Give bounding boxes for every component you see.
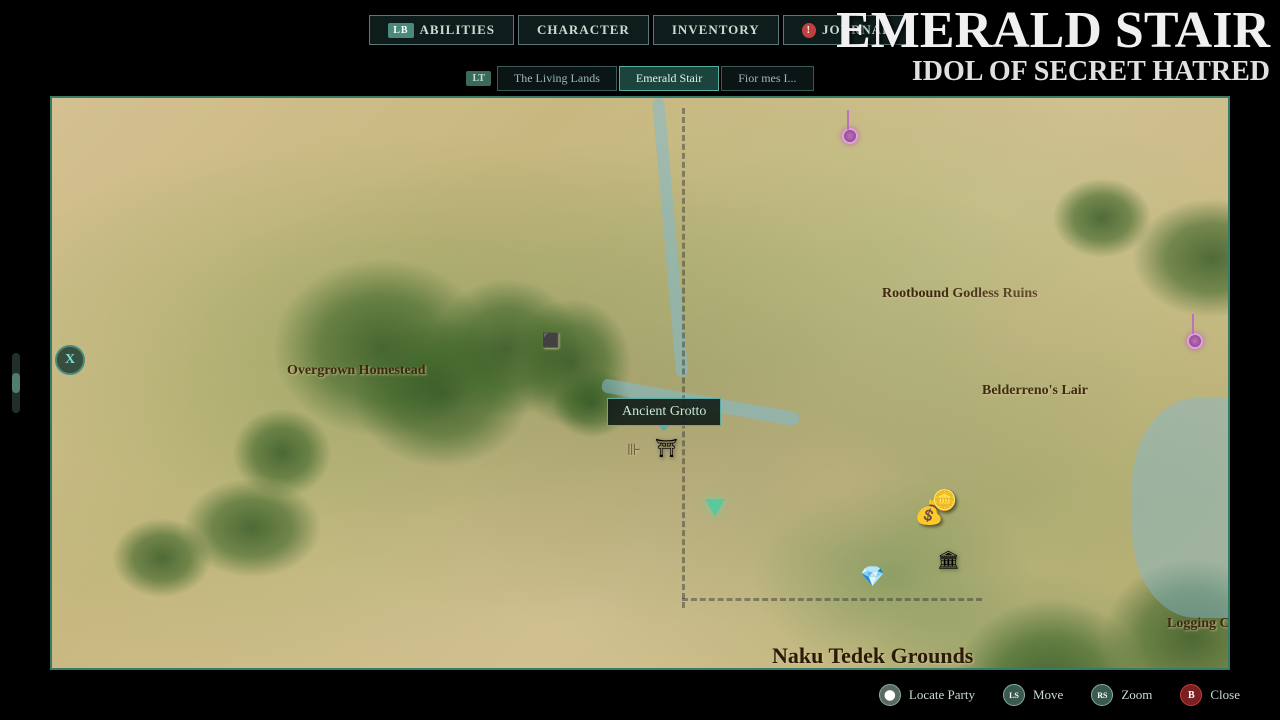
character-button[interactable]: CHARACTER	[518, 15, 649, 45]
move-button[interactable]: LS Move	[1003, 684, 1063, 706]
inventory-label: INVENTORY	[672, 22, 760, 38]
move-label: Move	[1033, 687, 1063, 703]
locate-party-label: Locate Party	[909, 687, 975, 703]
forest-cluster-6	[552, 368, 632, 438]
locate-party-button[interactable]: ⬤ Locate Party	[879, 684, 975, 706]
move-badge: LS	[1003, 684, 1025, 706]
terrain-sandy-2	[932, 248, 1132, 398]
water-body-right	[1132, 398, 1230, 618]
forest-cluster-10	[1052, 178, 1152, 258]
coins-icon: 🪙	[932, 488, 957, 513]
dotted-path-horizontal	[682, 598, 982, 601]
marker-pin-right	[1187, 333, 1203, 349]
scroll-thumb	[12, 373, 20, 393]
terrain-sandy-1	[752, 418, 932, 558]
tab-lt-badge: LT	[466, 71, 490, 86]
ancient-grotto-icon: ⛩	[655, 438, 678, 459]
map-container[interactable]: Overgrown Homestead Rootbound Godless Ru…	[50, 96, 1230, 670]
close-badge: B	[1180, 684, 1202, 706]
zoom-label: Zoom	[1121, 687, 1152, 703]
journal-badge: !	[802, 23, 816, 38]
item-icon: 💎	[860, 564, 885, 589]
left-strip	[0, 96, 50, 670]
zoom-badge: RS	[1091, 684, 1113, 706]
close-button[interactable]: B Close	[1180, 684, 1240, 706]
top-nav: LB ABILITIES CHARACTER INVENTORY ! JOURN…	[0, 0, 1280, 60]
forest-cluster-8	[112, 518, 212, 598]
marker-pin-right-stem	[1192, 314, 1194, 334]
tab-living-lands[interactable]: The Living Lands	[497, 66, 617, 91]
x-close-button[interactable]: X	[55, 345, 85, 375]
bottom-bar: ⬤ Locate Party LS Move RS Zoom B Close	[0, 670, 1280, 720]
stone-icon: ⬛	[542, 333, 559, 350]
scroll-indicator[interactable]	[12, 353, 20, 413]
character-label: CHARACTER	[537, 22, 630, 38]
inventory-button[interactable]: INVENTORY	[653, 15, 779, 45]
close-label: Close	[1210, 687, 1240, 703]
zoom-button[interactable]: RS Zoom	[1091, 684, 1152, 706]
tab-bar: LT The Living Lands Emerald Stair Fior m…	[0, 60, 1280, 96]
abilities-button[interactable]: LB ABILITIES	[369, 15, 514, 45]
ancient-grotto-pillar: ⊪	[627, 440, 641, 460]
party-marker	[700, 493, 730, 523]
journal-button[interactable]: ! JOURNAL	[783, 15, 911, 45]
tab-emerald-stair[interactable]: Emerald Stair	[619, 66, 719, 91]
journal-label: JOURNAL	[822, 22, 892, 38]
right-strip	[1230, 96, 1280, 670]
tab-fior-mes[interactable]: Fior mes I...	[721, 66, 813, 91]
locate-party-badge: ⬤	[879, 684, 901, 706]
abilities-badge: LB	[388, 23, 413, 38]
ruin-icon-mid: 🏛	[937, 550, 960, 571]
abilities-label: ABILITIES	[420, 22, 495, 38]
dotted-path-vertical	[682, 108, 685, 608]
party-arrow-icon	[705, 499, 725, 517]
marker-pin-stem	[847, 110, 849, 130]
marker-pin-top	[842, 128, 858, 144]
